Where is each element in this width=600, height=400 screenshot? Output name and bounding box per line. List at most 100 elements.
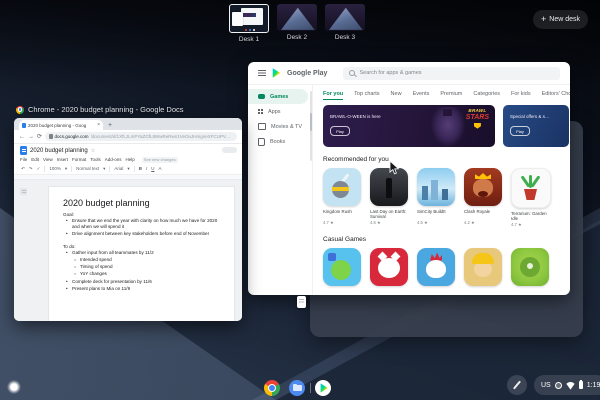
- undo-icon[interactable]: ↶: [21, 166, 25, 172]
- zoom-select[interactable]: 100%: [49, 166, 61, 171]
- menu-view[interactable]: View: [43, 157, 53, 162]
- desk-thumbnail-2[interactable]: Desk 2: [277, 4, 317, 41]
- menu-edit[interactable]: Edit: [31, 157, 39, 162]
- hamburger-menu-icon[interactable]: [258, 70, 266, 76]
- reload-icon[interactable]: ⟳: [37, 134, 42, 140]
- text-color-button[interactable]: A: [158, 166, 161, 171]
- window-title-text: Chrome - 2020 budget planning - Google D…: [28, 105, 184, 114]
- sidebar-item-apps[interactable]: Apps: [248, 104, 312, 119]
- chrome-window-preview[interactable]: 2020 budget planning - Goog × + ← → ⟳ do…: [14, 118, 242, 321]
- app-name: Kingdom Rush: [323, 209, 361, 220]
- sidebar-item-games[interactable]: Games: [248, 89, 308, 104]
- casual-app-icon-1[interactable]: [323, 248, 361, 286]
- logo-line: STARS: [466, 114, 489, 122]
- sidebar-item-movies[interactable]: Movies & TV: [248, 119, 312, 134]
- goal-bullet: Ensure that we end the year with clarity…: [63, 218, 220, 231]
- sidebar-label: Games: [270, 94, 288, 100]
- document-outline-icon[interactable]: [20, 188, 27, 195]
- play-store-window-preview[interactable]: Google Play Search for apps & games Game…: [248, 62, 570, 295]
- play-store-shelf-icon[interactable]: [315, 380, 331, 396]
- launcher-button[interactable]: [7, 380, 21, 394]
- new-desk-button[interactable]: + New desk: [533, 10, 588, 29]
- todo-bullet: Present plans to Mia on 11/9: [63, 286, 220, 293]
- plus-icon: +: [541, 15, 546, 24]
- docs-toolbar: ↶ ↷ ✓ 100% ▾ Normal text ▾ Arial ▾ B I U…: [14, 164, 242, 175]
- casual-games-row: [323, 248, 570, 286]
- app-card-terrarium[interactable]: Terrarium: Garden Idle 4.7 ★: [511, 168, 549, 227]
- desk-3-preview[interactable]: [325, 4, 365, 31]
- banner-special-offers[interactable]: Special offers & s… Play: [503, 105, 569, 147]
- window-corner-chip: [297, 296, 306, 308]
- tab-events[interactable]: Events: [413, 91, 430, 97]
- play-search-input[interactable]: Search for apps & games: [343, 67, 560, 80]
- search-icon: [349, 70, 355, 76]
- files-shelf-icon[interactable]: [289, 380, 305, 396]
- see-new-changes[interactable]: See new changes: [142, 157, 178, 163]
- desk-thumbnail-3[interactable]: Desk 3: [325, 4, 365, 41]
- desk-2-preview[interactable]: [277, 4, 317, 31]
- menu-file[interactable]: File: [20, 157, 27, 162]
- tab-editors-choice[interactable]: Editors' Choice: [542, 91, 570, 97]
- sidebar-item-books[interactable]: Books: [248, 134, 312, 149]
- casual-app-icon-3[interactable]: [417, 248, 455, 286]
- style-select[interactable]: Normal text: [76, 166, 99, 171]
- casual-app-icon-4[interactable]: [464, 248, 502, 286]
- app-rating: 4.7 ★: [323, 220, 361, 225]
- play-content: For you Top charts New Events Premium Ca…: [313, 85, 570, 295]
- back-icon[interactable]: ←: [19, 134, 25, 140]
- menu-tools[interactable]: Tools: [90, 157, 101, 162]
- tab-title: 2020 budget planning - Goog: [28, 123, 95, 128]
- menu-insert[interactable]: Insert: [57, 157, 68, 162]
- desk-thumbnail-1[interactable]: Desk 1: [229, 4, 269, 43]
- italic-button[interactable]: I: [146, 166, 147, 171]
- tab-new[interactable]: New: [391, 91, 402, 97]
- browser-tab[interactable]: 2020 budget planning - Goog ×: [19, 120, 103, 130]
- share-button[interactable]: [222, 147, 237, 153]
- desk-1-preview[interactable]: [229, 4, 269, 33]
- star-icon[interactable]: ☆: [91, 148, 95, 154]
- banner-play-button[interactable]: Play: [330, 126, 350, 136]
- casual-app-icon-5[interactable]: [511, 248, 549, 286]
- app-name: Clash Royale: [464, 209, 502, 220]
- play-logo-icon: [272, 68, 281, 78]
- stylus-tools-button[interactable]: [507, 375, 527, 395]
- tab-premium[interactable]: Premium: [440, 91, 462, 97]
- app-card-kingdom-rush[interactable]: Kingdom Rush 4.7 ★: [323, 168, 361, 227]
- menu-addons[interactable]: Add-ons: [105, 157, 122, 162]
- banner-play-button[interactable]: Play: [510, 126, 530, 136]
- underline-button[interactable]: U: [151, 166, 154, 171]
- tab-close-icon[interactable]: ×: [97, 122, 100, 128]
- app-card-last-day-on-earth[interactable]: Last Day on Earth: Survival 4.6 ★: [370, 168, 408, 227]
- menu-format[interactable]: Format: [72, 157, 86, 162]
- play-header: Google Play Search for apps & games: [248, 62, 570, 85]
- scrollbar[interactable]: [310, 91, 312, 161]
- tab-for-kids[interactable]: For kids: [511, 91, 531, 97]
- app-card-simcity[interactable]: SimCity BuildIt 4.5 ★: [417, 168, 455, 227]
- doc-title[interactable]: 2020 budget planning: [30, 148, 88, 154]
- tab-for-you[interactable]: For you: [323, 91, 343, 97]
- new-tab-button[interactable]: +: [108, 122, 112, 129]
- redo-icon[interactable]: ↷: [29, 166, 33, 172]
- battery-icon: [579, 381, 583, 389]
- bold-button[interactable]: B: [139, 166, 142, 171]
- chrome-shelf-icon[interactable]: [264, 380, 280, 396]
- forward-icon[interactable]: →: [28, 134, 34, 140]
- clock: 1:19: [587, 382, 600, 389]
- address-bar[interactable]: docs.google.com /document/d/1XfLJLmPYaZG…: [45, 132, 237, 141]
- menu-help[interactable]: Help: [126, 157, 135, 162]
- banner-brawl-stars[interactable]: BRAWL-O-WEEN is here Play BRAWL STARS: [323, 105, 495, 147]
- app-card-clash-royale[interactable]: Clash Royale 4.2 ★: [464, 168, 502, 227]
- tab-categories[interactable]: Categories: [473, 91, 500, 97]
- tab-top-charts[interactable]: Top charts: [354, 91, 379, 97]
- movies-icon: [258, 123, 266, 130]
- spellcheck-icon[interactable]: ✓: [37, 166, 41, 172]
- app-rating: 4.5 ★: [417, 220, 455, 225]
- app-name: SimCity BuildIt: [417, 209, 455, 220]
- section-title-casual-games: Casual Games: [323, 236, 366, 243]
- app-rating: 4.2 ★: [464, 220, 502, 225]
- status-tray[interactable]: US 1:19: [534, 375, 600, 395]
- font-select[interactable]: Arial: [114, 166, 123, 171]
- search-placeholder: Search for apps & games: [359, 70, 421, 76]
- casual-app-icon-2[interactable]: [370, 248, 408, 286]
- document-page[interactable]: 2020 budget planning Goal: Ensure that w…: [48, 186, 235, 322]
